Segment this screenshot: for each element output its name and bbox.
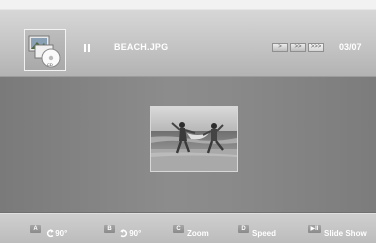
key-c: C <box>173 225 184 233</box>
key-b: B <box>104 225 115 233</box>
rotate-left-label: 90° <box>55 229 68 238</box>
control-bar: A 90° B 90° C Zoom D Speed ▶II Slide Show <box>0 213 376 243</box>
slide-show-label: Slide Show <box>324 229 367 238</box>
rotate-right-icon <box>120 229 128 238</box>
pause-icon <box>84 44 91 52</box>
photo-viewer-screen: CD BEACH.JPG > >> >>> 03/07 A 90° B 90° … <box>0 0 376 243</box>
speed-control[interactable]: D Speed <box>238 225 277 240</box>
svg-text:CD: CD <box>47 62 53 67</box>
key-a: A <box>30 225 41 233</box>
zoom-label: Zoom <box>187 229 209 238</box>
info-banner: CD BEACH.JPG > >> >>> 03/07 <box>0 9 376 77</box>
speed-2-button[interactable]: >> <box>290 43 306 52</box>
rotate-right-label: 90° <box>129 229 142 238</box>
rotate-left-control[interactable]: A 90° <box>30 225 68 240</box>
speed-1-button[interactable]: > <box>272 43 288 52</box>
speed-label: Speed <box>252 229 277 238</box>
beach-photo <box>150 106 238 172</box>
rotate-left-icon <box>47 229 55 238</box>
photo-media-icon: CD <box>24 29 66 71</box>
top-edge <box>0 0 376 9</box>
file-name: BEACH.JPG <box>114 42 169 52</box>
speed-3-button[interactable]: >>> <box>308 43 324 52</box>
photo-counter: 03/07 <box>339 42 362 52</box>
rotate-right-control[interactable]: B 90° <box>104 225 142 240</box>
zoom-control[interactable]: C Zoom <box>173 225 209 240</box>
key-d: D <box>238 225 249 233</box>
slide-show-control[interactable]: ▶II Slide Show <box>308 225 367 240</box>
play-pause-key: ▶II <box>308 225 321 233</box>
